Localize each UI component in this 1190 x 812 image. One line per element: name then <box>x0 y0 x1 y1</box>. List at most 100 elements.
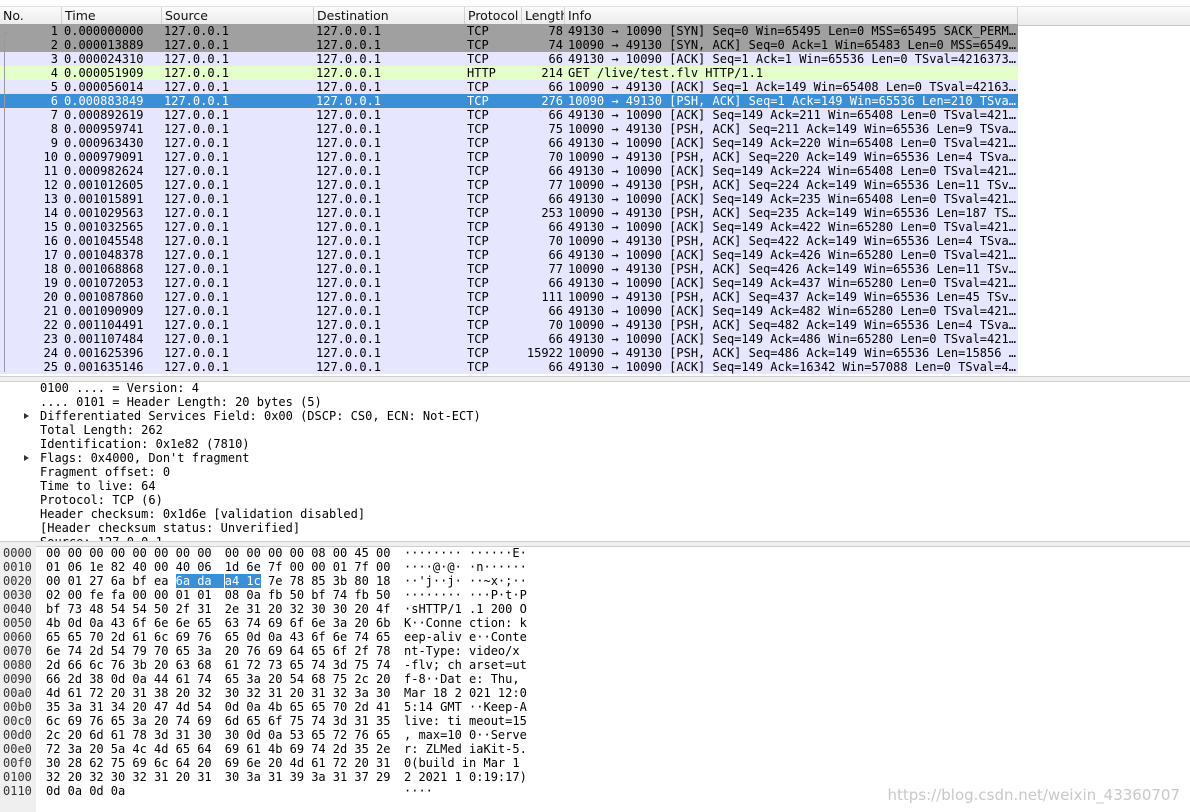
hex-byte[interactable]: 7e <box>268 574 282 588</box>
hex-byte[interactable]: 54 <box>132 602 146 616</box>
hex-byte[interactable]: 53 <box>290 728 304 742</box>
hex-byte[interactable]: 65 <box>290 658 304 672</box>
hex-byte[interactable]: 2f <box>354 644 368 658</box>
hex-byte[interactable]: 00 <box>154 546 168 560</box>
packet-row[interactable]: 22 0.001104491 127.0.0.1 127.0.0.1 TCP 70 1009… <box>0 318 1018 332</box>
hex-byte[interactable]: 32 <box>333 686 347 700</box>
hex-byte[interactable]: 3a <box>354 686 368 700</box>
hex-byte[interactable]: 6e <box>246 560 260 574</box>
hex-byte[interactable]: 50 <box>376 588 390 602</box>
hex-byte[interactable]: da <box>197 574 224 588</box>
hex-byte[interactable]: 20 <box>268 602 282 616</box>
hex-byte[interactable]: 3a <box>197 644 211 658</box>
hex-byte[interactable]: 6c <box>154 756 168 770</box>
hex-byte[interactable]: 31 <box>268 770 282 784</box>
hex-byte[interactable]: 65 <box>68 630 82 644</box>
hex-byte[interactable]: 0a <box>268 728 282 742</box>
hex-byte[interactable]: 47 <box>154 700 168 714</box>
hex-byte[interactable]: 69 <box>132 756 146 770</box>
hex-byte[interactable]: 72 <box>246 658 260 672</box>
hex-byte[interactable]: 6a <box>111 574 125 588</box>
hex-byte[interactable]: 74 <box>176 714 190 728</box>
hex-byte[interactable]: 20 <box>176 770 190 784</box>
expand-arrow-icon[interactable] <box>24 413 29 419</box>
hex-byte[interactable]: 63 <box>225 616 239 630</box>
hex-byte[interactable]: 20 <box>154 658 168 672</box>
hex-byte[interactable]: 76 <box>246 644 260 658</box>
hex-byte[interactable]: 74 <box>333 588 347 602</box>
hex-byte[interactable]: 4d <box>176 700 190 714</box>
detail-line[interactable]: [Header checksum status: Unverified] <box>0 521 1190 535</box>
hex-byte[interactable]: 72 <box>89 686 103 700</box>
hex-byte[interactable]: 30 <box>225 770 239 784</box>
hex-byte[interactable]: 61 <box>225 658 239 672</box>
hex-byte[interactable]: 6e <box>246 756 260 770</box>
hex-byte[interactable]: 0a <box>268 630 282 644</box>
hex-byte[interactable]: bf <box>46 602 60 616</box>
hex-byte[interactable]: 30 <box>311 602 325 616</box>
packet-row[interactable]: 5 0.000056014 127.0.0.1 127.0.0.1 TCP 66 10090… <box>0 80 1018 94</box>
hex-byte[interactable]: 2e <box>225 602 239 616</box>
hex-ascii[interactable]: -flv; ch arset=ut <box>404 658 527 672</box>
packet-row-selected[interactable]: 6 0.000883849 127.0.0.1 127.0.0.1 TCP 276 1009… <box>0 94 1018 108</box>
hex-ascii[interactable]: nt-Type: video/x <box>404 644 520 658</box>
hex-byte[interactable]: 68 <box>311 672 325 686</box>
hex-byte[interactable]: 0d <box>89 784 103 798</box>
hex-byte[interactable]: 3a <box>311 770 325 784</box>
packet-row[interactable]: 2 0.000013889 127.0.0.1 127.0.0.1 TCP 74 10090… <box>0 38 1018 52</box>
hex-byte[interactable]: 73 <box>268 658 282 672</box>
hex-byte[interactable]: 20 <box>197 756 211 770</box>
packet-row[interactable]: 24 0.001625396 127.0.0.1 127.0.0.1 TCP 15922 1… <box>0 346 1018 360</box>
hex-byte[interactable]: bf <box>311 588 325 602</box>
hex-byte[interactable]: 6f <box>132 616 146 630</box>
hex-byte[interactable]: 40 <box>132 560 146 574</box>
hex-byte[interactable]: 2e <box>376 742 390 756</box>
hex-ascii[interactable]: f-8··Dat e: Thu, <box>404 672 520 686</box>
hex-byte[interactable]: 6e <box>46 644 60 658</box>
hex-byte[interactable]: 0a <box>246 588 260 602</box>
hex-byte[interactable]: 0d <box>246 728 260 742</box>
hex-byte[interactable]: 3a <box>246 672 260 686</box>
hex-byte[interactable]: 20 <box>154 714 168 728</box>
hex-byte[interactable]: 74 <box>311 742 325 756</box>
hex-byte[interactable]: 5a <box>111 742 125 756</box>
hex-byte[interactable]: 79 <box>132 644 146 658</box>
packet-row[interactable]: 23 0.001107484 127.0.0.1 127.0.0.1 TCP 66 4913… <box>0 332 1018 346</box>
hex-byte[interactable]: 65 <box>46 630 60 644</box>
hex-byte[interactable]: 30 <box>225 686 239 700</box>
hex-byte[interactable]: 4d <box>154 742 168 756</box>
packet-details[interactable]: 0100 .... = Version: 4.... 0101 = Header… <box>0 381 1190 541</box>
hex-byte[interactable]: 65 <box>225 630 239 644</box>
hex-byte[interactable]: 4f <box>376 602 390 616</box>
hex-byte[interactable]: 64 <box>176 756 190 770</box>
hex-ascii[interactable]: r: ZLMed iaKit-5. <box>404 742 527 756</box>
hex-byte[interactable]: 66 <box>46 672 60 686</box>
hex-byte[interactable]: 2c <box>46 728 60 742</box>
hex-byte[interactable]: 3b <box>333 574 347 588</box>
hex-byte[interactable]: 76 <box>111 658 125 672</box>
hex-byte[interactable]: 65 <box>111 714 125 728</box>
hex-byte[interactable]: 75 <box>111 756 125 770</box>
hex-byte[interactable]: 75 <box>354 658 368 672</box>
packet-bytes[interactable]: 0000 00 00 00 00 00 00 00 00 00 00 00 00 08 00 45 00 ····… <box>0 546 1190 812</box>
hex-byte[interactable]: 00 <box>376 560 390 574</box>
hex-byte[interactable]: 6e <box>311 616 325 630</box>
hex-byte[interactable]: 6f <box>268 714 282 728</box>
packet-row[interactable]: 25 0.001635146 127.0.0.1 127.0.0.1 TCP 66 4913… <box>0 360 1018 374</box>
hex-byte[interactable]: 30 <box>197 728 211 742</box>
hex-byte[interactable]: 65 <box>176 644 190 658</box>
hex-byte[interactable]: 43 <box>290 630 304 644</box>
hex-byte[interactable]: 32 <box>46 770 60 784</box>
hex-byte[interactable]: 20 <box>132 700 146 714</box>
hex-byte[interactable]: 31 <box>268 686 282 700</box>
hex-byte[interactable]: 4d <box>46 686 60 700</box>
hex-byte[interactable]: fb <box>354 588 368 602</box>
hex-byte[interactable]: 01 <box>46 560 60 574</box>
hex-byte[interactable]: 61 <box>111 728 125 742</box>
hex-byte[interactable]: 75 <box>333 672 347 686</box>
hex-byte[interactable]: 69 <box>68 714 82 728</box>
hex-byte[interactable]: 4d <box>290 756 304 770</box>
hex-byte[interactable]: 61 <box>68 686 82 700</box>
column-header-destination[interactable]: Destination <box>314 7 465 25</box>
hex-byte[interactable]: 6d <box>89 728 103 742</box>
